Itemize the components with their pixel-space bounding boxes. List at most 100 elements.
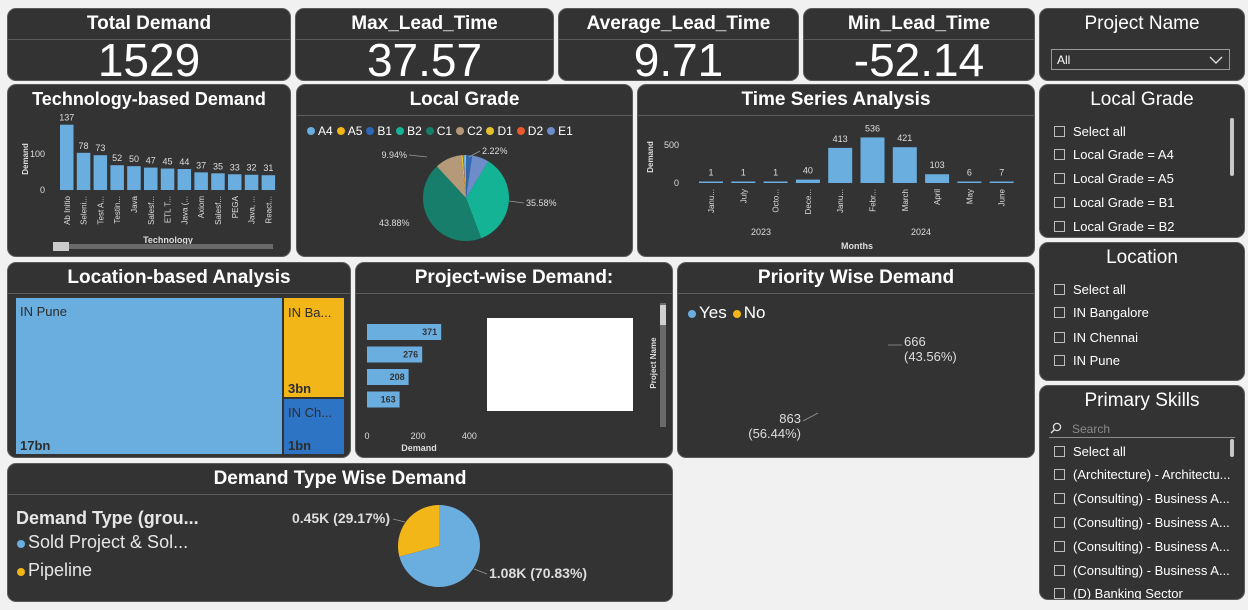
- treemap-tile-bangalore[interactable]: IN Ba... 3bn: [284, 298, 344, 397]
- priority-donut-chart: 666(43.56%) 863(56.44%): [748, 334, 957, 441]
- leader-line: [508, 200, 525, 204]
- x-tick-label: Ab Initio: [63, 195, 72, 224]
- option-label: IN Bangalore: [1073, 305, 1149, 320]
- x-tick-label: Java (...: [180, 196, 189, 224]
- slicer-title: Primary Skills: [1084, 390, 1200, 411]
- time-series-bar-chart: Demand 500 0 1 Janu... 1 July 1 Octo... 40 Dece...…: [646, 123, 1014, 251]
- slicer-option[interactable]: Local Grade = B2: [1054, 219, 1175, 234]
- bar: [989, 181, 1014, 183]
- data-label: 40: [803, 166, 813, 176]
- checkbox[interactable]: [1054, 565, 1065, 576]
- leader-line: [392, 518, 406, 523]
- scrollbar-thumb[interactable]: [53, 242, 69, 251]
- x-tick-label: Febr...: [869, 189, 878, 212]
- data-label: 44: [179, 157, 189, 167]
- data-label: 0.45K (29.17%): [292, 510, 390, 526]
- checkbox[interactable]: [1054, 332, 1065, 343]
- slicer-scrollbar[interactable]: [1230, 118, 1234, 176]
- slicer-option[interactable]: Select all: [1054, 282, 1126, 297]
- slicer-option[interactable]: (Consulting) - Business A...: [1054, 539, 1230, 554]
- data-label: 1: [708, 168, 713, 178]
- y-axis-label: Demand: [21, 143, 30, 175]
- data-label: 50: [129, 154, 139, 164]
- checkbox[interactable]: [1054, 588, 1065, 599]
- slicer-option[interactable]: IN Chennai: [1054, 330, 1138, 345]
- data-label: 666: [904, 334, 926, 349]
- checkbox[interactable]: [1054, 307, 1065, 318]
- slicer-option[interactable]: Select all: [1054, 444, 1126, 459]
- data-label: 1: [773, 168, 778, 178]
- project-dropdown[interactable]: All: [1051, 49, 1230, 70]
- bar: [110, 165, 124, 190]
- project-name-slicer: Project Name All: [1039, 8, 1245, 81]
- data-label: 1.08K (70.83%): [489, 565, 587, 581]
- x-tick-label: ETL T...: [164, 196, 173, 223]
- checkbox[interactable]: [1054, 284, 1065, 295]
- slicer-option[interactable]: (Consulting) - Business A...: [1054, 563, 1230, 578]
- time-series-card: Time Series Analysis Demand 500 0 1 Janu... 1…: [637, 84, 1035, 257]
- slicer-option[interactable]: Local Grade = A5: [1054, 171, 1174, 186]
- checkbox[interactable]: [1054, 221, 1065, 232]
- slicer-option[interactable]: (Consulting) - Business A...: [1054, 491, 1230, 506]
- slicer-option[interactable]: Select all: [1054, 124, 1126, 139]
- data-label: 6: [967, 168, 972, 178]
- checkbox[interactable]: [1054, 173, 1065, 184]
- data-label: 536: [865, 123, 880, 133]
- data-label: 1: [741, 168, 746, 178]
- project-demand-card: Project-wise Demand: 371 276 208 163 0 200 400…: [355, 262, 673, 458]
- treemap-tile-chennai[interactable]: IN Ch... 1bn: [284, 399, 344, 454]
- data-label: 276: [403, 350, 418, 360]
- bar: [177, 169, 192, 190]
- bar: [763, 181, 788, 183]
- search-box[interactable]: Search: [1049, 420, 1235, 438]
- checkbox[interactable]: [1054, 197, 1065, 208]
- x-tick-label: 0: [364, 431, 369, 441]
- slicer-option[interactable]: IN Pune: [1054, 353, 1120, 368]
- x-tick-label: Salesf...: [214, 196, 223, 225]
- year-label: 2024: [911, 227, 931, 237]
- data-label: 35.58%: [526, 198, 557, 208]
- data-label: 421: [897, 133, 912, 143]
- treemap-tile-pune[interactable]: IN Pune 17bn: [16, 298, 282, 454]
- x-tick-label: Janu...: [836, 189, 845, 213]
- option-label: IN Chennai: [1073, 330, 1139, 345]
- slicer-option[interactable]: IN Bangalore: [1054, 305, 1149, 320]
- chart-scrollbar[interactable]: [53, 242, 273, 251]
- y-tick-label: 500: [664, 140, 679, 150]
- checkbox[interactable]: [1054, 517, 1065, 528]
- checkbox[interactable]: [1054, 149, 1065, 160]
- checkbox[interactable]: [1054, 493, 1065, 504]
- x-tick-label: Dece...: [804, 189, 813, 214]
- data-label: 371: [422, 327, 437, 337]
- data-label: 78: [79, 141, 89, 151]
- tile-value: 1bn: [288, 438, 312, 453]
- tile-label: IN Pune: [20, 304, 67, 319]
- option-label: (Consulting) - Business A...: [1073, 491, 1230, 506]
- checkbox[interactable]: [1054, 355, 1065, 366]
- checkbox[interactable]: [1054, 541, 1065, 552]
- chart-scrollbar[interactable]: [660, 303, 666, 427]
- slicer-option[interactable]: (Consulting) - Business A...: [1054, 515, 1230, 530]
- slicer-option[interactable]: Local Grade = B1: [1054, 195, 1175, 210]
- scrollbar-thumb[interactable]: [660, 305, 666, 325]
- option-label: Select all: [1073, 282, 1126, 297]
- x-tick-label: Janu...: [707, 189, 716, 213]
- search-placeholder: Search: [1072, 422, 1111, 436]
- slicer-option[interactable]: (Architecture) - Architectu...: [1054, 467, 1231, 482]
- slicer-scrollbar[interactable]: [1230, 439, 1234, 457]
- primary-skills-slicer: Primary Skills Search Select all (Archit…: [1039, 385, 1245, 600]
- bar: [925, 174, 950, 183]
- slicer-option[interactable]: Local Grade = A4: [1054, 147, 1174, 162]
- bar: [699, 181, 723, 183]
- dropdown-value: All: [1057, 53, 1071, 67]
- checkbox[interactable]: [1054, 469, 1065, 480]
- x-tick-label: Java, ...: [248, 196, 257, 224]
- option-label: (Consulting) - Business A...: [1073, 515, 1230, 530]
- slicer-option[interactable]: (D) Banking Sector: [1054, 586, 1183, 599]
- bar: [211, 173, 225, 190]
- data-label: 73: [95, 143, 105, 153]
- checkbox[interactable]: [1054, 126, 1065, 137]
- checkbox[interactable]: [1054, 446, 1065, 457]
- x-axis-label: Months: [841, 241, 873, 251]
- data-label: 163: [381, 395, 396, 405]
